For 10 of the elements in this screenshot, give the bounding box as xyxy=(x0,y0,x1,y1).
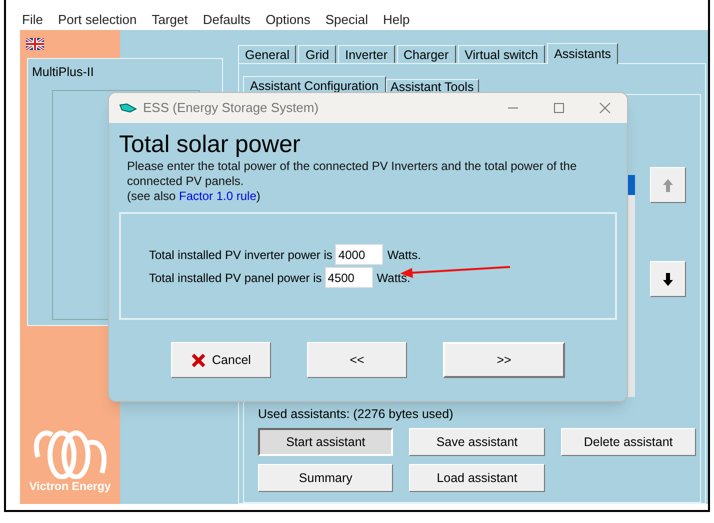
field-label: Total installed PV inverter power is xyxy=(149,246,332,264)
used-assistants-label: Used assistants: (2276 bytes used) xyxy=(258,406,454,424)
instructions-text: Please enter the total power of the connected PV Inverters and the total power of the connected PV panels. xyxy=(127,159,578,189)
brand-name: Victron Energy xyxy=(29,480,111,495)
unit-label: Watts. xyxy=(376,270,410,286)
unit-label: Watts. xyxy=(387,246,421,264)
see-also-note: (see also Factor 1.0 rule) xyxy=(127,189,262,204)
window-title: ESS (Energy Storage System) xyxy=(143,99,320,118)
field-label: Total installed PV panel power is xyxy=(149,270,322,286)
step-heading: Total solar power xyxy=(119,131,302,159)
